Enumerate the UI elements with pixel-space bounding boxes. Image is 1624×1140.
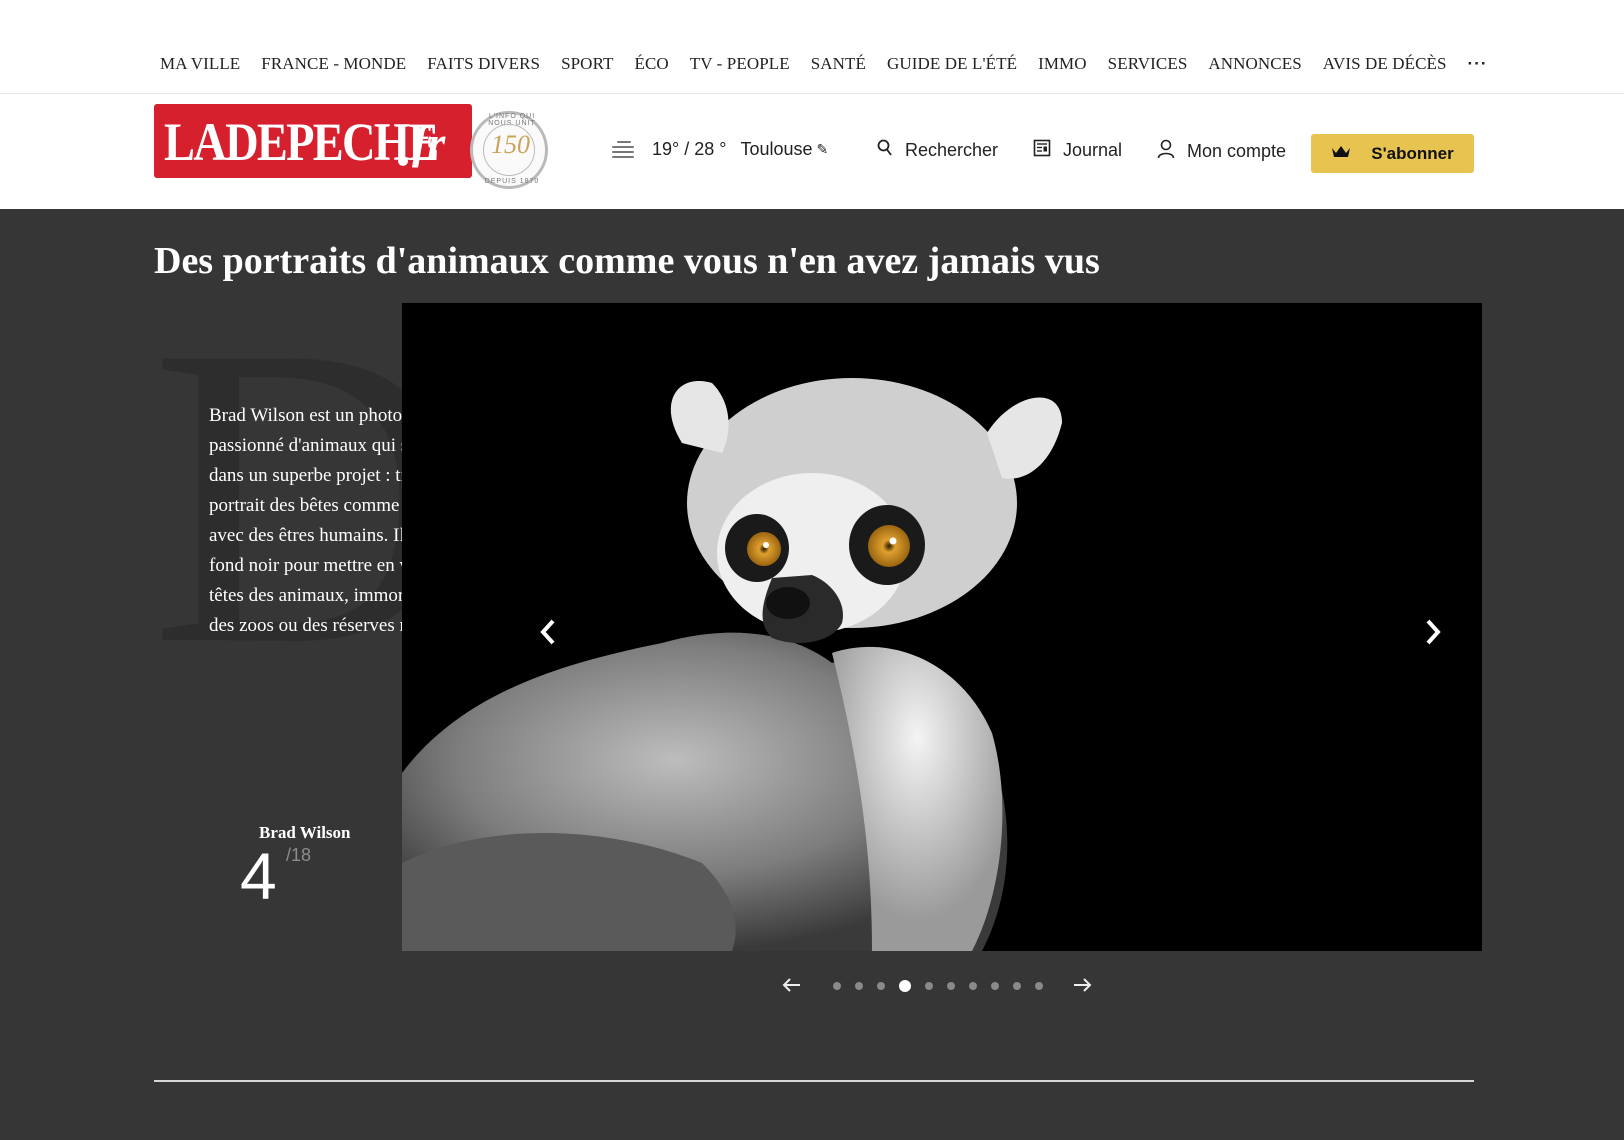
site-header: LADEPECHE fr L'INFO QUI NOUS UNIT 150 DE… <box>0 95 1624 209</box>
pagination-next-arrow[interactable] <box>1072 973 1092 999</box>
lemur-photo <box>402 378 1062 951</box>
seal-bottom-text: DEPUIS 1870 <box>484 178 540 185</box>
search-label: Rechercher <box>905 140 999 160</box>
nav-item-annonces[interactable]: ANNONCES <box>1208 54 1301 74</box>
pagination-dot-10[interactable] <box>1035 982 1043 990</box>
account-label: Mon compte <box>1187 141 1287 161</box>
gallery-image <box>402 303 1482 951</box>
nav-item-sport[interactable]: SPORT <box>561 54 613 74</box>
pagination-prev-arrow[interactable] <box>782 973 802 999</box>
newspaper-icon <box>1033 139 1051 162</box>
journal-button[interactable]: Journal <box>1033 139 1122 162</box>
previous-slide-arrow[interactable] <box>539 613 557 655</box>
nav-item-tv-people[interactable]: TV - PEOPLE <box>690 54 790 74</box>
nav-item-faits-divers[interactable]: FAITS DIVERS <box>427 54 540 74</box>
total-slides: /18 <box>286 845 312 865</box>
nav-item-guide-ete[interactable]: GUIDE DE L'ÉTÉ <box>887 54 1017 74</box>
logo-dot <box>398 156 408 166</box>
account-button[interactable]: Mon compte <box>1157 139 1286 164</box>
search-icon <box>877 139 893 162</box>
current-slide-number: 4 <box>240 839 277 913</box>
weather-widget[interactable]: 19° / 28 ° Toulouse ✎ <box>612 139 828 160</box>
anniversary-seal: L'INFO QUI NOUS UNIT 150 DEPUIS 1870 <box>470 111 548 189</box>
pagination-dot-6[interactable] <box>947 982 955 990</box>
nav-menu: MA VILLE FRANCE - MONDE FAITS DIVERS SPO… <box>160 54 1509 74</box>
journal-label: Journal <box>1063 140 1123 160</box>
pagination-dot-9[interactable] <box>1013 982 1021 990</box>
pagination-dot-3[interactable] <box>877 982 885 990</box>
nav-item-immo[interactable]: IMMO <box>1038 54 1087 74</box>
pagination-dot-4[interactable] <box>899 980 911 992</box>
pagination-dot-2[interactable] <box>855 982 863 990</box>
crown-icon <box>1331 145 1351 163</box>
slide-counter: 4 /18 <box>240 843 311 909</box>
nav-item-france-monde[interactable]: FRANCE - MONDE <box>261 54 406 74</box>
fog-icon <box>612 140 636 159</box>
gallery-section: Des portraits d'animaux comme vous n'en … <box>0 209 1624 1140</box>
subscribe-label: S'abonner <box>1371 143 1454 163</box>
seal-number: 150 <box>491 130 530 159</box>
logo-text: LADEPECHE <box>164 112 439 172</box>
pagination-dot-5[interactable] <box>925 982 933 990</box>
logo-suffix: fr <box>412 117 446 168</box>
edit-pencil-icon[interactable]: ✎ <box>817 141 829 158</box>
top-navigation: MA VILLE FRANCE - MONDE FAITS DIVERS SPO… <box>0 0 1624 94</box>
user-icon <box>1157 139 1175 164</box>
nav-more-button[interactable]: ··· <box>1468 54 1488 74</box>
pagination-dot-1[interactable] <box>833 982 841 990</box>
nav-item-eco[interactable]: ÉCO <box>634 54 668 74</box>
pagination-dot-8[interactable] <box>991 982 999 990</box>
section-divider <box>154 1080 1474 1082</box>
nav-item-services[interactable]: SERVICES <box>1108 54 1188 74</box>
site-logo[interactable]: LADEPECHE fr <box>154 104 472 178</box>
pagination-dot-7[interactable] <box>969 982 977 990</box>
nav-item-ma-ville[interactable]: MA VILLE <box>160 54 240 74</box>
nav-item-avis-deces[interactable]: AVIS DE DÉCÈS <box>1323 54 1447 74</box>
subscribe-button[interactable]: S'abonner <box>1311 134 1474 173</box>
search-button[interactable]: Rechercher <box>877 139 998 162</box>
slide-pagination <box>782 973 1092 999</box>
weather-temperatures: 19° / 28 ° <box>652 139 727 159</box>
next-slide-arrow[interactable] <box>1424 613 1442 655</box>
nav-item-sante[interactable]: SANTÉ <box>811 54 866 74</box>
weather-city: Toulouse <box>740 139 813 159</box>
